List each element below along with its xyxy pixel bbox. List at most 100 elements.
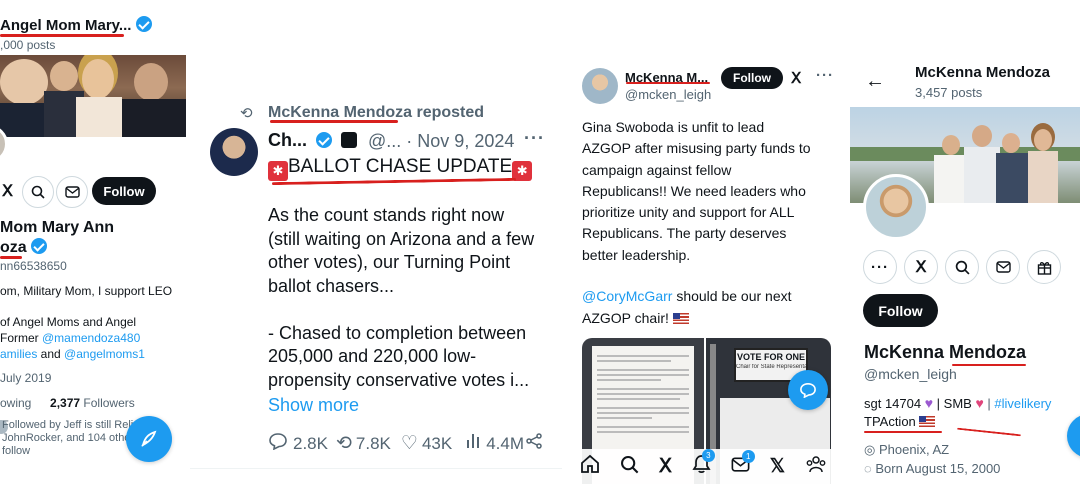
- like-icon[interactable]: ♡: [401, 432, 418, 455]
- grok-icon[interactable]: 𝖷: [791, 69, 801, 87]
- handle: nn66538650: [0, 259, 67, 273]
- avatar[interactable]: [210, 128, 258, 176]
- tweet-body-line: propensity conservative votes i...: [268, 369, 530, 390]
- more-options-icon[interactable]: ···: [524, 128, 545, 149]
- followed-by-line[interactable]: Followed by Jeff is still Relia: [2, 419, 139, 431]
- hashtag-link[interactable]: #livelikery: [994, 396, 1051, 411]
- communities-icon[interactable]: [805, 455, 827, 478]
- gift-icon[interactable]: [1027, 250, 1061, 284]
- sign-heading: VOTE FOR ONE: [736, 352, 805, 362]
- follow-button[interactable]: Follow: [863, 294, 938, 327]
- verified-badge-icon: [31, 238, 48, 254]
- mention-link[interactable]: @CoryMcGarr: [582, 288, 672, 304]
- view-count: 4.4M: [486, 433, 524, 453]
- search-icon[interactable]: [945, 250, 979, 284]
- bio-line: amilies and @angelmoms1: [0, 347, 145, 361]
- message-icon[interactable]: [986, 250, 1020, 284]
- followed-by-line[interactable]: JohnRocker, and 104 other: [2, 432, 134, 444]
- tweet-body-line: AZGOP after misusing party funds to: [582, 140, 811, 157]
- show-more-link[interactable]: Show more: [268, 395, 359, 416]
- bio-line: Former @mamendoza480: [0, 331, 141, 345]
- birthday-icon: ◌: [864, 461, 872, 476]
- compose-icon: [141, 430, 157, 447]
- views-icon[interactable]: [466, 433, 480, 454]
- tweet-body-line: - Chased to completion between: [268, 322, 527, 343]
- search-icon[interactable]: [620, 455, 639, 479]
- like-count: 43K: [421, 433, 453, 453]
- followers-count[interactable]: 2,377: [50, 396, 80, 410]
- search-icon[interactable]: [22, 176, 54, 208]
- notification-count-badge: 3: [701, 449, 715, 462]
- tweet-body-line: Republicans. The party deserves: [582, 225, 787, 242]
- tweet-body: Gina Swoboda is unfit to lead AZGOP afte…: [582, 117, 811, 266]
- header-post-count: ,000 posts: [0, 38, 56, 52]
- notifications-icon[interactable]: 3: [692, 449, 715, 479]
- grok-icon[interactable]: 𝖷: [659, 455, 672, 478]
- tweet-headline: ✱ BALLOT CHASE UPDATE ✱: [268, 156, 533, 181]
- red-underline: [952, 364, 1026, 366]
- person-suit: [122, 99, 186, 137]
- tweet-body-line: campaign against fellow: [582, 161, 732, 178]
- chat-icon: [800, 382, 816, 398]
- red-underline: [270, 120, 398, 123]
- profile-banner-photo: [0, 55, 186, 137]
- grok-icon[interactable]: 𝖷: [904, 250, 938, 284]
- profile-panel-angel-mom: Angel Mom Mary... ,000 posts 𝖷 Follow Mo…: [0, 0, 190, 484]
- following-label[interactable]: owing: [0, 396, 31, 410]
- compose-post-button[interactable]: [126, 416, 172, 462]
- grok-icon[interactable]: 𝖷: [2, 181, 13, 201]
- display-name-line1: Mom Mary Ann: [0, 219, 115, 236]
- hearts-icon: ♥: [975, 395, 984, 411]
- mention-link[interactable]: @mamendoza480: [42, 331, 140, 345]
- display-name-line2: oza: [0, 238, 48, 257]
- location: ◎ Phoenix, AZ: [864, 442, 950, 457]
- avatar[interactable]: [863, 174, 929, 240]
- tweet-body-line: better leadership.: [582, 246, 691, 263]
- verified-badge-icon: [316, 132, 333, 148]
- tweet-author-name[interactable]: Ch...: [268, 130, 358, 151]
- tweet-handle: @... · Nov 9, 2024: [368, 131, 515, 151]
- repost-action-icon[interactable]: ⟲: [336, 432, 352, 455]
- tweet-body-line: other votes), our Turning Point: [268, 252, 511, 272]
- red-underline: [626, 82, 710, 84]
- home-icon[interactable]: [580, 454, 600, 479]
- reply-icon[interactable]: [268, 432, 288, 455]
- reply-fab-button[interactable]: [788, 370, 828, 410]
- message-icon[interactable]: [56, 176, 88, 208]
- person-shirt: [934, 155, 968, 203]
- us-flag-icon: [672, 313, 689, 324]
- share-icon[interactable]: [526, 433, 542, 454]
- sign-subheading: Chair for State Representative: [736, 364, 806, 370]
- back-arrow-icon[interactable]: ←: [865, 70, 885, 93]
- tweet-body-line: prioritize unity and support for ALL: [582, 204, 795, 221]
- compose-post-button[interactable]: [1067, 414, 1080, 458]
- display-name: McKenna Mendoza: [864, 342, 1027, 362]
- bio-line: sgt 14704 ♥ | SMB ♥ | #livelikery: [864, 395, 1052, 411]
- birth-date: ◌ Born August 15, 2000: [864, 461, 1001, 476]
- tweet-body-spacer: [268, 298, 534, 322]
- red-underline: [864, 431, 942, 433]
- divider: [190, 468, 562, 469]
- more-options-icon[interactable]: ···: [816, 67, 834, 84]
- bio-line: of Angel Moms and Angel: [0, 315, 137, 329]
- affiliation-badge-icon: [341, 132, 358, 148]
- tweet-body-line: Gina Swoboda is unfit to lead: [582, 119, 765, 135]
- mention-link[interactable]: amilies: [0, 347, 37, 361]
- tweet-date[interactable]: · Nov 9, 2024: [406, 131, 514, 151]
- follow-button[interactable]: Follow: [92, 177, 156, 205]
- messages-icon[interactable]: 1: [731, 449, 755, 477]
- x-logo-icon[interactable]: 𝕏: [770, 455, 785, 478]
- tweet-body-line: As the count stands right now: [268, 205, 505, 225]
- mention-link[interactable]: @angelmoms1: [64, 347, 145, 361]
- followers-label[interactable]: Followers: [83, 396, 134, 410]
- reply-count: 2.8K: [293, 433, 328, 453]
- avatar[interactable]: [582, 68, 618, 104]
- person-face: [942, 135, 960, 155]
- more-options-icon[interactable]: ···: [863, 250, 897, 284]
- bottom-nav-bar: 𝖷 3 1 𝕏: [562, 449, 845, 484]
- person-face: [972, 125, 992, 147]
- follow-button[interactable]: Follow: [721, 67, 783, 89]
- person-face: [82, 59, 114, 99]
- red-underline: [957, 427, 1021, 437]
- followed-by-line[interactable]: follow: [2, 445, 30, 457]
